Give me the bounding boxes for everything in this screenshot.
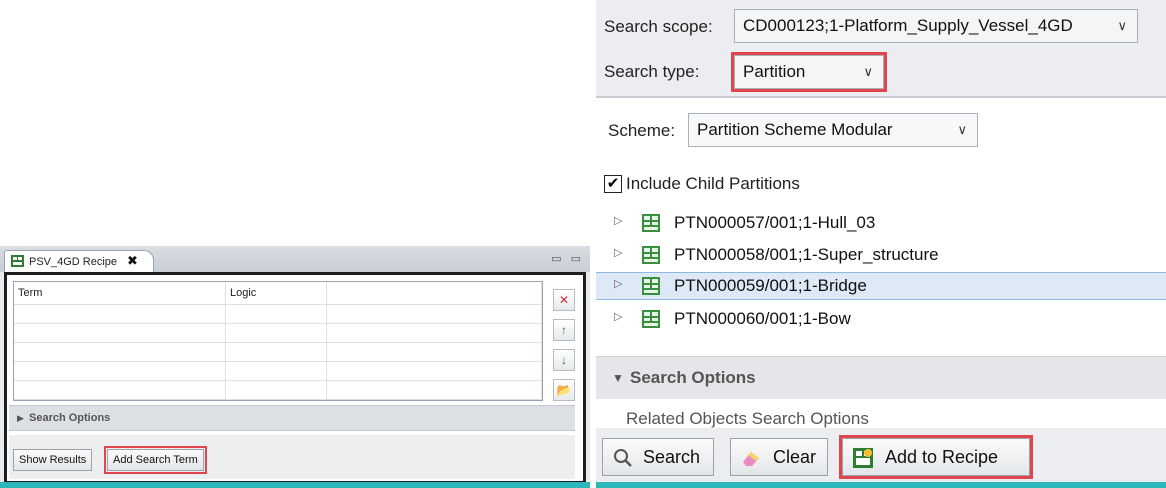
search-scope-dropdown[interactable]: CD000123;1-Platform_Supply_Vessel_4GD ∨ [734,9,1138,43]
cell [326,361,542,381]
search-scope-label: Search scope: [604,17,713,36]
search-options-heading: Search Options [630,368,756,387]
cell [14,323,226,343]
chevron-down-icon: ∨ [1117,18,1127,33]
recipe-view: PSV_4GD Recipe ✖ ▭ ▭ Term Logic ✕ ↑ ↓ 📂 … [0,246,590,488]
include-child-label: Include Child Partitions [626,174,800,193]
partition-icon [642,277,660,295]
move-down-button[interactable]: ↓ [553,349,575,371]
cell [14,342,226,362]
add-to-recipe-icon [853,448,873,468]
partition-icon [642,214,660,232]
expand-arrow-icon[interactable]: ▷ [614,246,622,259]
search-button-label: Search [643,447,701,467]
tree-item-label: PTN000057/001;1-Hull_03 [674,213,876,232]
cell [225,342,327,362]
partition-icon [642,246,660,264]
column-header-term[interactable]: Term [14,282,226,305]
cell [326,380,542,400]
cell [326,342,542,362]
teal-accent-bar [0,482,590,488]
search-button[interactable]: Search [602,438,714,476]
related-options-heading: Related Objects Search Options [626,409,869,428]
search-header: Search scope: CD000123;1-Platform_Supply… [596,0,1166,96]
table-row[interactable] [14,361,542,381]
expand-arrow-icon[interactable]: ▷ [614,310,622,323]
search-button-bar: Search Clear Add to Recipe [596,428,1166,482]
table-row[interactable] [14,304,542,324]
cell [225,304,327,324]
recipe-search-options-toggle[interactable]: ▶ Search Options [9,405,575,431]
recipe-button-bar: Show Results Add Search Term [9,435,575,479]
include-child-checkbox[interactable]: ✔ [604,175,622,193]
tree-item-selected[interactable]: ▷ PTN000059/001;1-Bridge [596,272,1166,300]
close-icon[interactable]: ✖ [127,251,138,271]
open-folder-button[interactable]: 📂 [553,379,575,401]
tree-item-label: PTN000058/001;1-Super_structure [674,245,939,264]
recipe-body: Term Logic ✕ ↑ ↓ 📂 ▶ Search Options Show… [4,272,586,484]
expand-arrow-icon[interactable]: ▷ [614,277,622,290]
chevron-down-icon: ∨ [957,122,967,137]
chevron-down-icon: ∨ [863,64,873,79]
search-pane: Search scope: CD000123;1-Platform_Supply… [596,0,1166,488]
column-header-logic[interactable]: Logic [225,282,327,305]
cell [14,380,226,400]
search-options-label: Search Options [29,412,111,424]
search-scope-value: CD000123;1-Platform_Supply_Vessel_4GD [743,16,1073,35]
scheme-value: Partition Scheme Modular [697,120,893,139]
cell [225,323,327,343]
clear-button-label: Clear [773,447,817,467]
add-to-recipe-label: Add to Recipe [885,447,999,467]
scheme-dropdown[interactable]: Partition Scheme Modular ∨ [688,113,978,147]
add-search-term-button[interactable]: Add Search Term [104,446,207,474]
search-type-dropdown[interactable]: Partition ∨ [731,52,887,92]
cell [14,361,226,381]
eraser-icon [743,452,759,466]
cell [326,323,542,343]
clear-button[interactable]: Clear [730,438,828,476]
move-up-button[interactable]: ↑ [553,319,575,341]
tree-item-label: PTN000059/001;1-Bridge [674,276,867,295]
tree-item[interactable]: ▷ PTN000060/001;1-Bow [596,306,1166,334]
table-row[interactable] [14,323,542,343]
teal-accent-bar [596,482,1166,488]
recipe-table: Term Logic [14,282,542,400]
tree-item[interactable]: ▷ PTN000058/001;1-Super_structure [596,242,1166,270]
cell [225,380,327,400]
tree-item-label: PTN000060/001;1-Bow [674,309,851,328]
table-row[interactable] [14,342,542,362]
column-header-extra[interactable] [326,282,542,305]
remove-term-button[interactable]: ✕ [553,289,575,311]
header-divider [596,96,1166,98]
recipe-tab[interactable]: PSV_4GD Recipe ✖ [4,250,154,273]
add-to-recipe-button[interactable]: Add to Recipe [839,435,1033,479]
search-icon [614,449,632,467]
expand-arrow-icon[interactable]: ▷ [614,214,622,227]
recipe-icon [11,255,24,267]
scheme-label: Scheme: [608,121,676,140]
table-row[interactable] [14,380,542,400]
recipe-tab-title: PSV_4GD Recipe [29,256,118,268]
collapse-triangle-icon: ▼ [612,371,624,385]
search-options-section-toggle[interactable]: ▼ Search Options [596,356,1166,399]
cell [14,304,226,324]
expand-triangle-icon: ▶ [17,413,24,423]
recipe-tab-bar: PSV_4GD Recipe ✖ ▭ ▭ [0,246,590,273]
window-controls[interactable]: ▭ ▭ [551,252,584,265]
tree-item[interactable]: ▷ PTN000057/001;1-Hull_03 [596,210,1166,238]
partition-icon [642,310,660,328]
search-type-label: Search type: [604,62,700,81]
cell [225,361,327,381]
show-results-button[interactable]: Show Results [13,449,93,471]
search-type-value: Partition [743,62,806,81]
cell [326,304,542,324]
recipe-table-container: Term Logic [13,281,543,401]
